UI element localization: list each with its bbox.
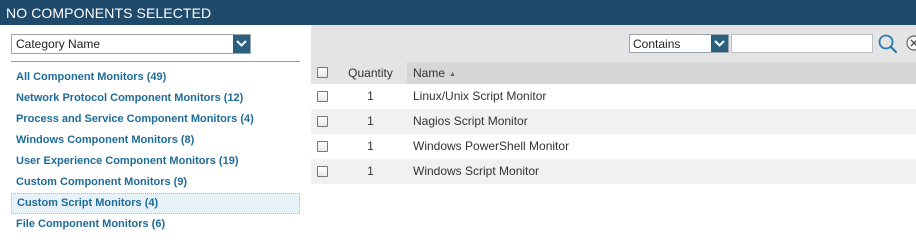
select-all-checkbox[interactable] <box>317 67 328 78</box>
table-row[interactable]: 1 Windows PowerShell Monitor <box>311 134 916 159</box>
category-item-file-component[interactable]: File Component Monitors (6) <box>11 214 300 235</box>
category-item-network-protocol[interactable]: Network Protocol Component Monitors (12) <box>11 88 300 109</box>
row-name: Windows Script Monitor <box>413 164 540 178</box>
row-name: Windows PowerShell Monitor <box>413 139 570 153</box>
filter-mode-value: Contains <box>633 37 681 51</box>
category-item-custom-script[interactable]: Custom Script Monitors (4) <box>11 193 300 214</box>
row-name: Linux/Unix Script Monitor <box>413 89 547 103</box>
group-by-value: Category Name <box>16 37 101 51</box>
category-list: All Component Monitors (49) Network Prot… <box>11 67 300 235</box>
select-all-cell <box>311 62 335 84</box>
row-checkbox[interactable] <box>317 116 328 127</box>
selection-status-bar: NO COMPONENTS SELECTED <box>0 0 916 25</box>
table-row[interactable]: 1 Nagios Script Monitor <box>311 109 916 134</box>
table-header: Quantity Name ▲ <box>311 62 916 84</box>
row-name: Nagios Script Monitor <box>413 114 528 128</box>
sort-ascending-icon: ▲ <box>449 71 456 78</box>
search-input[interactable] <box>731 34 873 53</box>
category-item-custom-component[interactable]: Custom Component Monitors (9) <box>11 172 300 193</box>
clear-icon[interactable] <box>905 34 916 52</box>
search-icon[interactable] <box>878 34 898 54</box>
column-header-quantity[interactable]: Quantity <box>335 62 406 84</box>
row-quantity: 1 <box>367 89 374 103</box>
group-by-select[interactable]: Category Name <box>11 34 251 54</box>
category-item-all-component-monitors[interactable]: All Component Monitors (49) <box>11 67 300 88</box>
column-header-quantity-label: Quantity <box>348 66 393 80</box>
dropdown-arrow-icon[interactable] <box>233 35 250 53</box>
row-checkbox[interactable] <box>317 166 328 177</box>
selection-status-title: NO COMPONENTS SELECTED <box>6 5 212 21</box>
search-toolbar: Contains <box>311 25 916 62</box>
row-quantity: 1 <box>367 114 374 128</box>
row-quantity: 1 <box>367 164 374 178</box>
table-row[interactable]: 1 Windows Script Monitor <box>311 159 916 184</box>
category-item-windows[interactable]: Windows Component Monitors (8) <box>11 130 300 151</box>
dropdown-arrow-icon[interactable] <box>711 35 728 52</box>
component-table-panel: Contains Quantity Name ▲ 1 Linux/Unix Sc… <box>311 25 916 248</box>
category-item-user-experience[interactable]: User Experience Component Monitors (19) <box>11 151 300 172</box>
row-quantity: 1 <box>367 139 374 153</box>
category-item-process-and-service[interactable]: Process and Service Component Monitors (… <box>11 109 300 130</box>
row-checkbox[interactable] <box>317 141 328 152</box>
column-header-name[interactable]: Name ▲ <box>407 62 916 84</box>
category-panel: Category Name All Component Monitors (49… <box>0 25 310 248</box>
table-row[interactable]: 1 Linux/Unix Script Monitor <box>311 84 916 109</box>
filter-mode-select[interactable]: Contains <box>629 34 729 53</box>
divider <box>11 61 300 62</box>
row-checkbox[interactable] <box>317 91 328 102</box>
column-header-name-label: Name <box>413 66 446 80</box>
